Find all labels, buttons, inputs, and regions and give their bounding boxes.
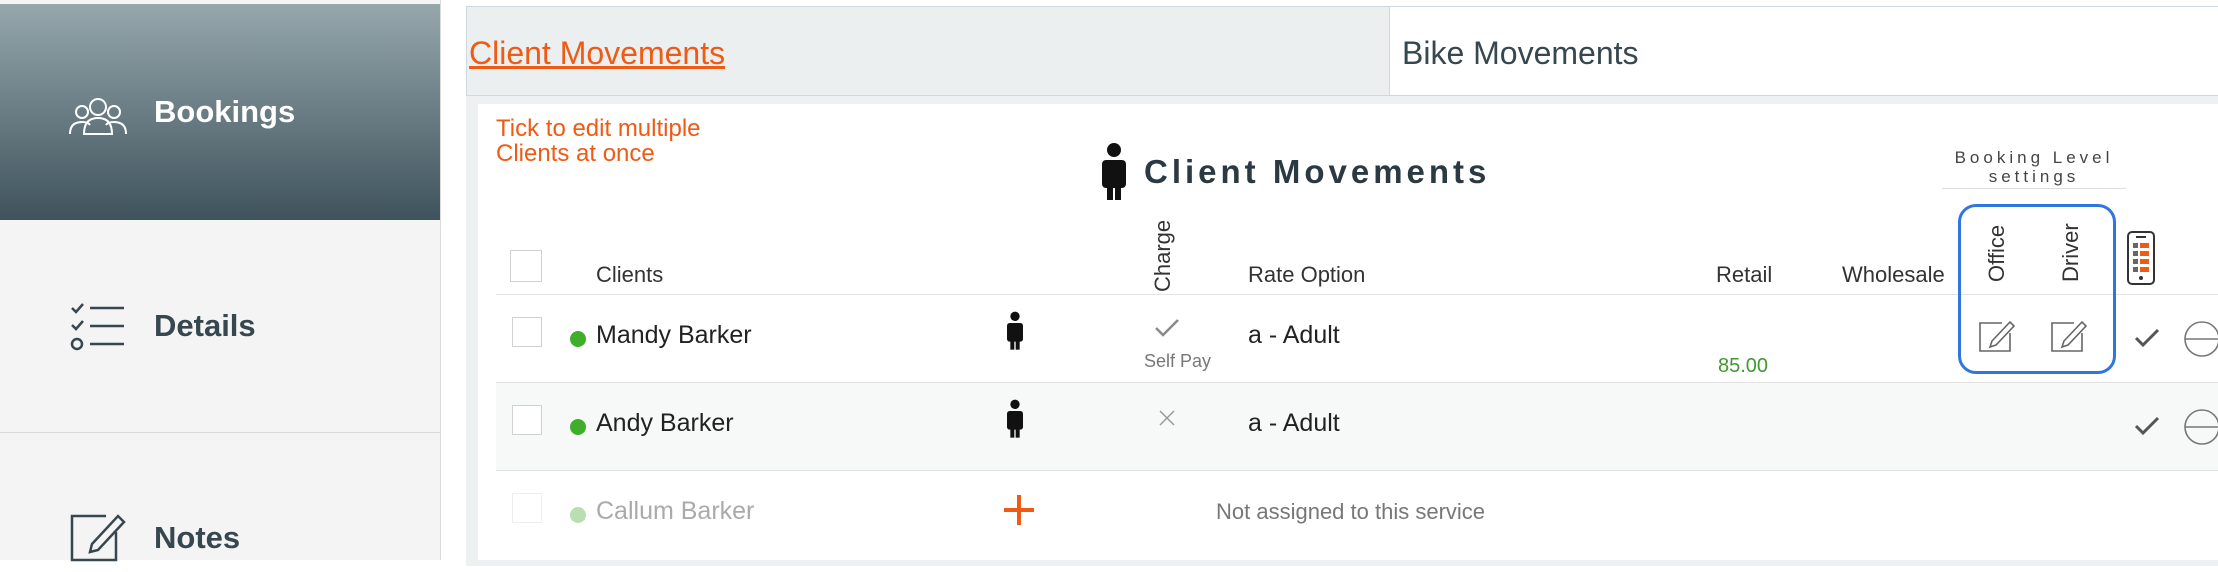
- retail-header: Retail: [1716, 262, 1773, 287]
- status-dot: [570, 419, 586, 435]
- client-name[interactable]: Mandy Barker: [596, 321, 752, 350]
- mobile-app-icon: [2127, 231, 2155, 285]
- booking-level-highlight: [1958, 204, 2116, 374]
- not-assigned-text: Not assigned to this service: [1216, 499, 1486, 524]
- charge-note: Self Pay: [1144, 351, 1212, 371]
- table-row: Callum Barker Not assigned to this servi…: [496, 470, 2218, 561]
- edit-note-icon: [70, 514, 126, 562]
- row-checkbox[interactable]: [512, 317, 542, 347]
- rate-option-header: Rate Option: [1248, 262, 1366, 287]
- sidebar: Bookings Details Notes: [0, 0, 441, 562]
- checklist-icon: [70, 303, 124, 351]
- client-name[interactable]: Andy Barker: [596, 409, 734, 438]
- sidebar-item-bookings[interactable]: Bookings: [0, 4, 440, 220]
- sidebar-item-notes[interactable]: Notes: [0, 432, 440, 572]
- add-icon[interactable]: [1002, 493, 1036, 527]
- row-checkbox[interactable]: [512, 405, 542, 435]
- rate-option-value[interactable]: a - Adult: [1248, 409, 1340, 438]
- confirm-check-icon[interactable]: [2134, 415, 2160, 437]
- status-dot: [570, 507, 586, 523]
- person-icon[interactable]: [1004, 311, 1026, 351]
- client-name[interactable]: Callum Barker: [596, 497, 754, 526]
- tab-bar: Client Movements Bike Movements: [466, 6, 2218, 96]
- person-icon: [1102, 143, 1126, 200]
- page-title: Client Movements: [1144, 153, 1491, 190]
- rate-option-value[interactable]: a - Adult: [1248, 321, 1340, 350]
- sidebar-item-label: Details: [154, 308, 256, 343]
- multi-edit-hint: Tick to edit multiple Clients at once: [496, 115, 701, 167]
- select-all-checkbox[interactable]: [510, 250, 542, 282]
- wholesale-header: Wholesale: [1842, 262, 1945, 287]
- table-row: Andy Barker a - Adult: [496, 382, 2218, 471]
- remove-icon[interactable]: [2182, 407, 2218, 447]
- no-charge-x-icon[interactable]: [1158, 409, 1176, 427]
- tab-client-movements[interactable]: Client Movements: [467, 7, 1390, 95]
- sidebar-item-label: Notes: [154, 520, 241, 555]
- confirm-check-icon[interactable]: [2134, 327, 2160, 349]
- remove-icon[interactable]: [2182, 319, 2218, 359]
- sidebar-item-details[interactable]: Details: [0, 220, 440, 433]
- users-icon: [69, 98, 127, 135]
- status-dot: [570, 331, 586, 347]
- tab-label: Client Movements: [469, 35, 726, 71]
- sidebar-item-label: Bookings: [154, 94, 296, 129]
- tab-label: Bike Movements: [1402, 35, 1639, 71]
- tab-bike-movements[interactable]: Bike Movements: [1390, 7, 2218, 95]
- checkmark-icon[interactable]: [1154, 317, 1180, 339]
- clients-header: Clients: [596, 262, 664, 287]
- retail-value: 85.00: [1718, 355, 1769, 377]
- panel-title-wrap: Client Movements: [1098, 142, 1490, 202]
- booking-level-settings-label: Booking Level settings: [1942, 148, 2126, 189]
- charge-header: Charge: [1150, 219, 1175, 292]
- person-icon[interactable]: [1004, 399, 1026, 439]
- row-checkbox[interactable]: [512, 493, 542, 523]
